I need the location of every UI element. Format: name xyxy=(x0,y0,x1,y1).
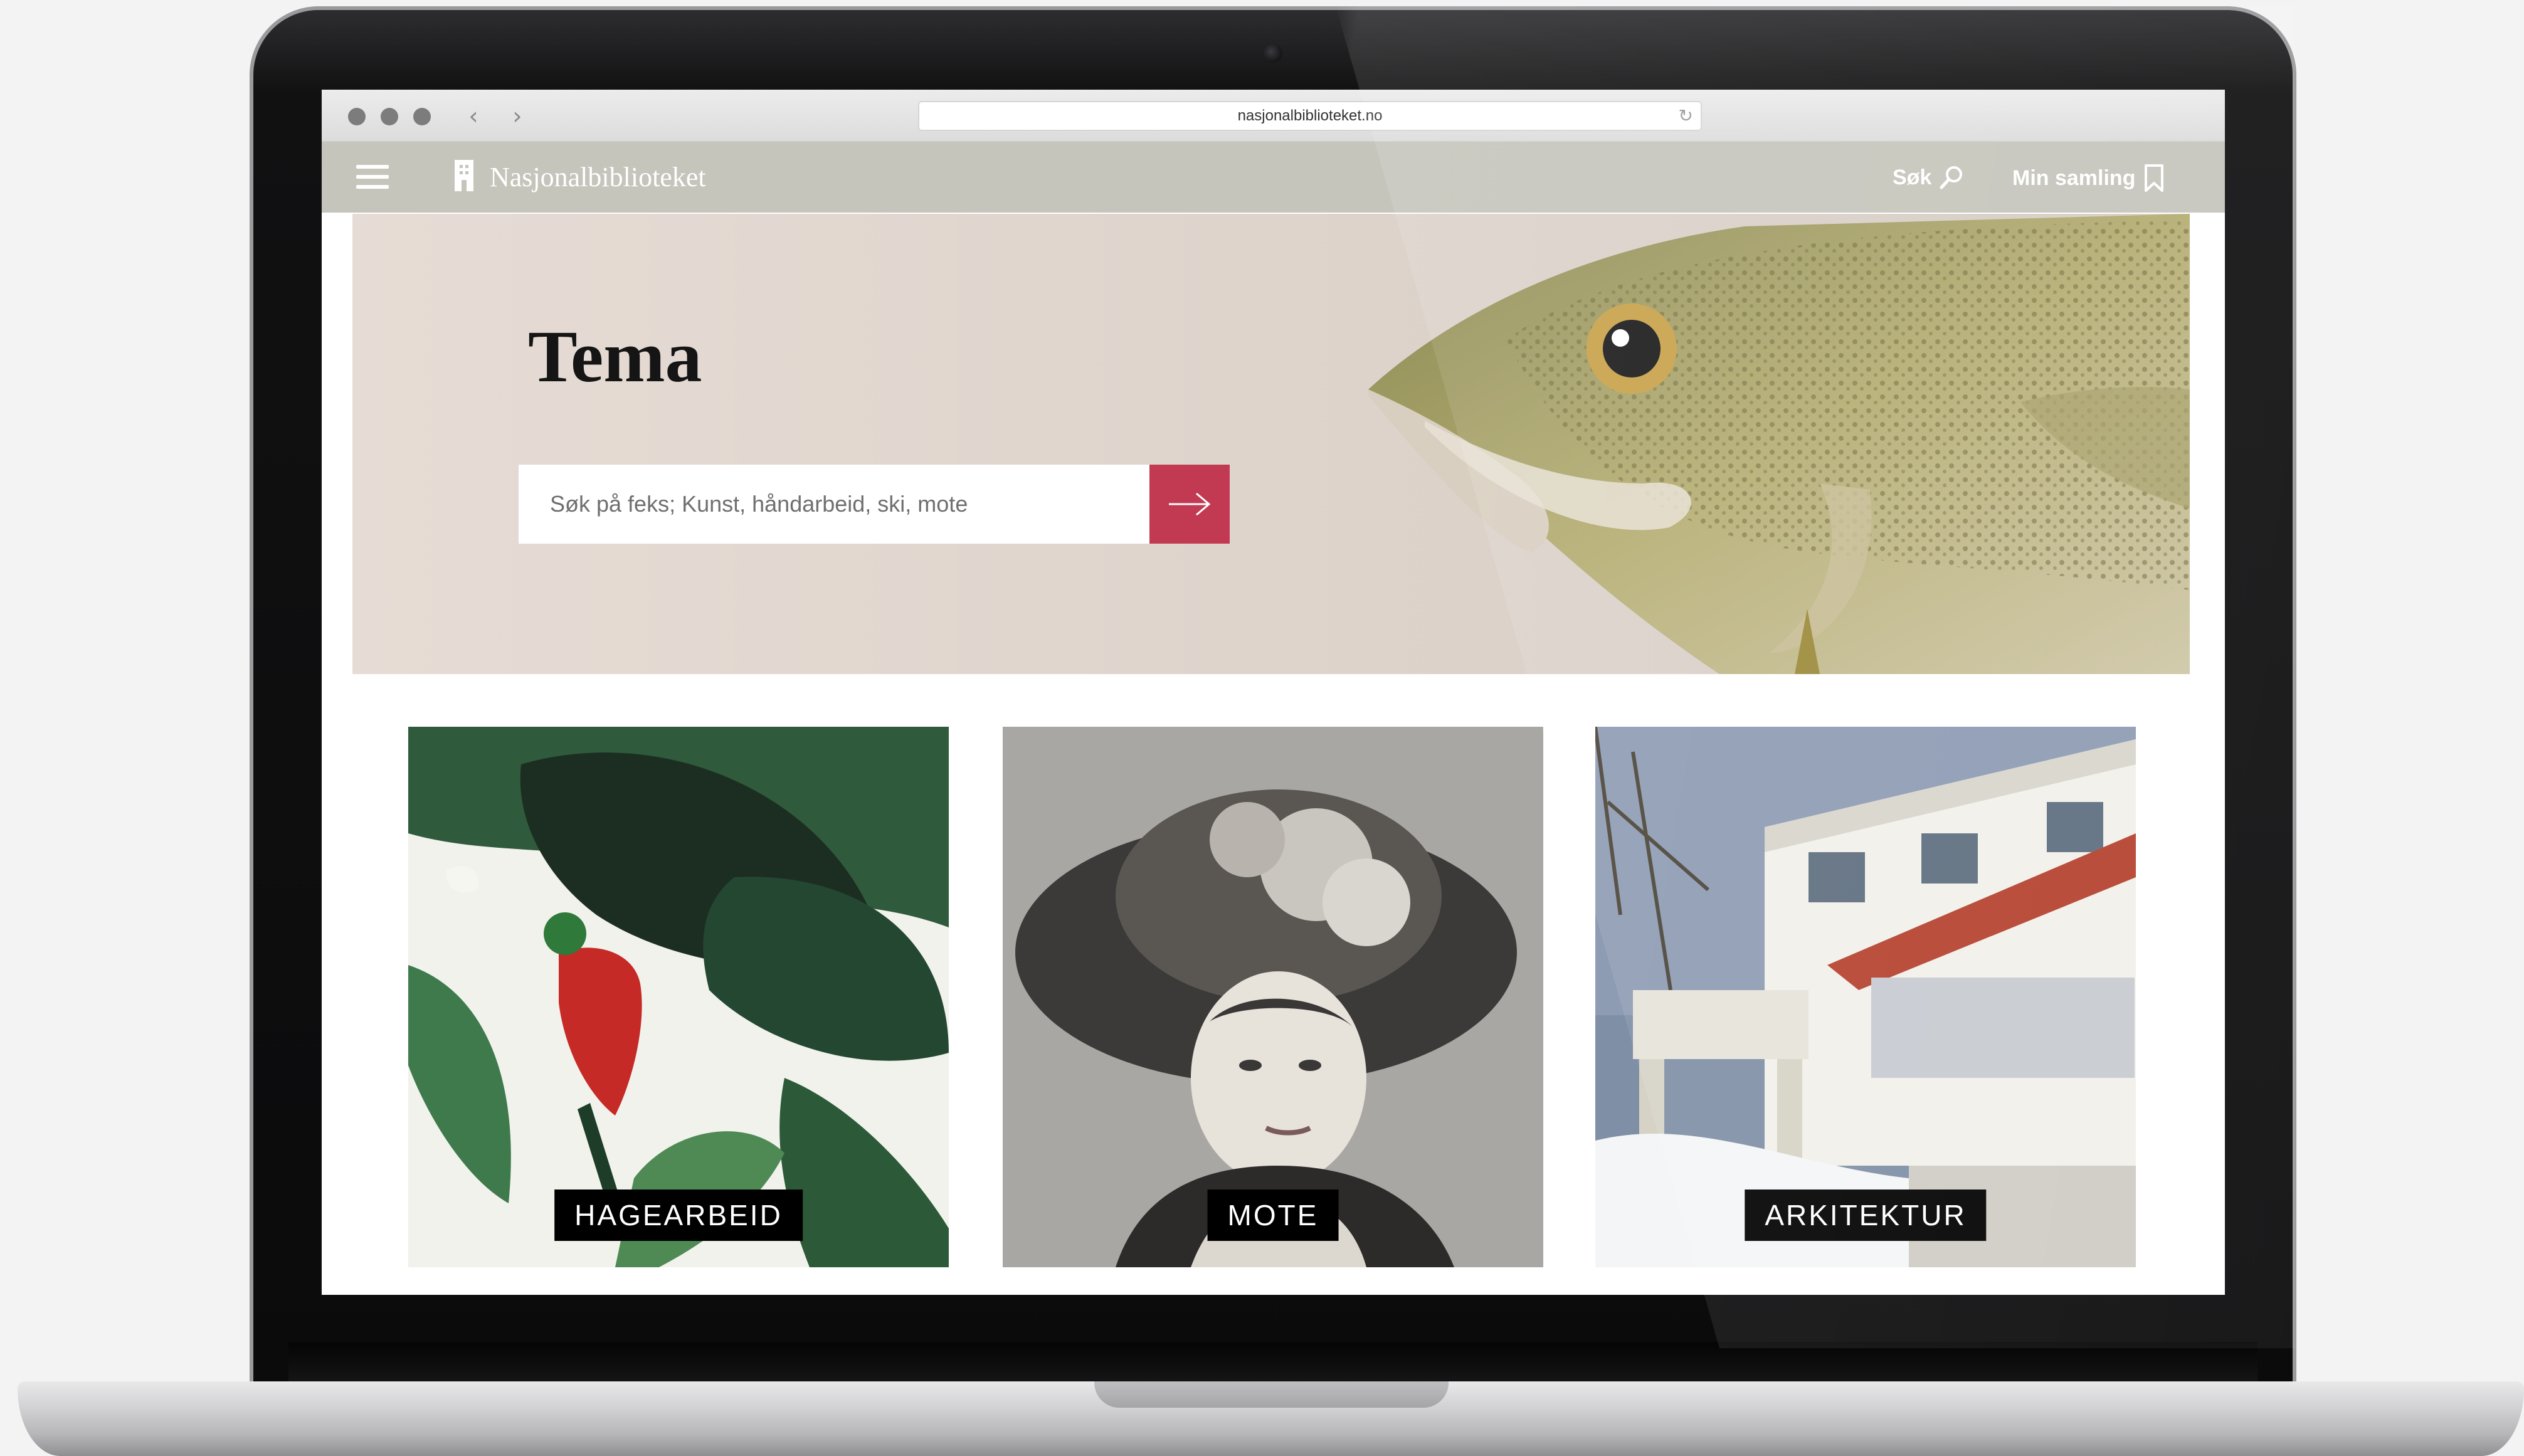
tile-label: HAGEARBEID xyxy=(554,1190,803,1241)
tropical-leaves-image xyxy=(408,727,949,1267)
tile-label: ARKITEKTUR xyxy=(1745,1190,1987,1241)
vintage-portrait-image xyxy=(1003,727,1543,1267)
my-collection-link[interactable]: Min samling xyxy=(2012,164,2164,193)
logo-text[interactable]: Nasjonalbiblioteket xyxy=(490,161,706,193)
laptop-notch xyxy=(1094,1381,1449,1408)
page-title: Tema xyxy=(528,315,702,398)
laptop-bezel-bottom xyxy=(288,1342,2257,1383)
site-header: Nasjonalbiblioteket Søk Min samling xyxy=(322,142,2225,213)
screen: ‹ › nasjonalbiblioteket.no ↻ Nasjonalbib… xyxy=(322,90,2225,1295)
url-text: nasjonalbiblioteket.no xyxy=(1237,107,1383,124)
maximize-window-button[interactable] xyxy=(413,108,431,125)
library-logo-icon[interactable] xyxy=(455,160,473,191)
forward-icon[interactable]: › xyxy=(505,102,530,130)
tile-mote[interactable]: MOTE xyxy=(1003,727,1543,1267)
browser-chrome: ‹ › nasjonalbiblioteket.no ↻ xyxy=(322,90,2225,142)
back-icon[interactable]: ‹ xyxy=(461,102,486,130)
webcam xyxy=(1264,44,1282,63)
search-link-label: Søk xyxy=(1893,165,1932,189)
my-collection-label: Min samling xyxy=(2012,166,2136,190)
address-bar[interactable]: nasjonalbiblioteket.no ↻ xyxy=(918,101,1702,131)
minimize-window-button[interactable] xyxy=(381,108,398,125)
modernist-building-image xyxy=(1595,727,2136,1267)
menu-icon[interactable] xyxy=(356,165,389,190)
close-window-button[interactable] xyxy=(348,108,366,125)
tile-arkitektur[interactable]: ARKITEKTUR xyxy=(1595,727,2136,1267)
search-submit-button[interactable] xyxy=(1149,465,1230,544)
hero-banner: Tema Søk på feks; Kunst, håndarbeid, ski… xyxy=(352,214,2190,674)
reload-icon[interactable]: ↻ xyxy=(1679,102,1693,130)
search-icon xyxy=(1940,166,1963,189)
bookmark-icon xyxy=(2145,164,2164,192)
theme-search-input[interactable]: Søk på feks; Kunst, håndarbeid, ski, mot… xyxy=(519,465,1149,544)
arrow-right-icon xyxy=(1169,492,1211,516)
tile-label: MOTE xyxy=(1207,1190,1339,1241)
fish-illustration xyxy=(1368,214,2190,674)
search-link[interactable]: Søk xyxy=(1893,165,1964,190)
tile-hagearbeid[interactable]: HAGEARBEID xyxy=(408,727,949,1267)
